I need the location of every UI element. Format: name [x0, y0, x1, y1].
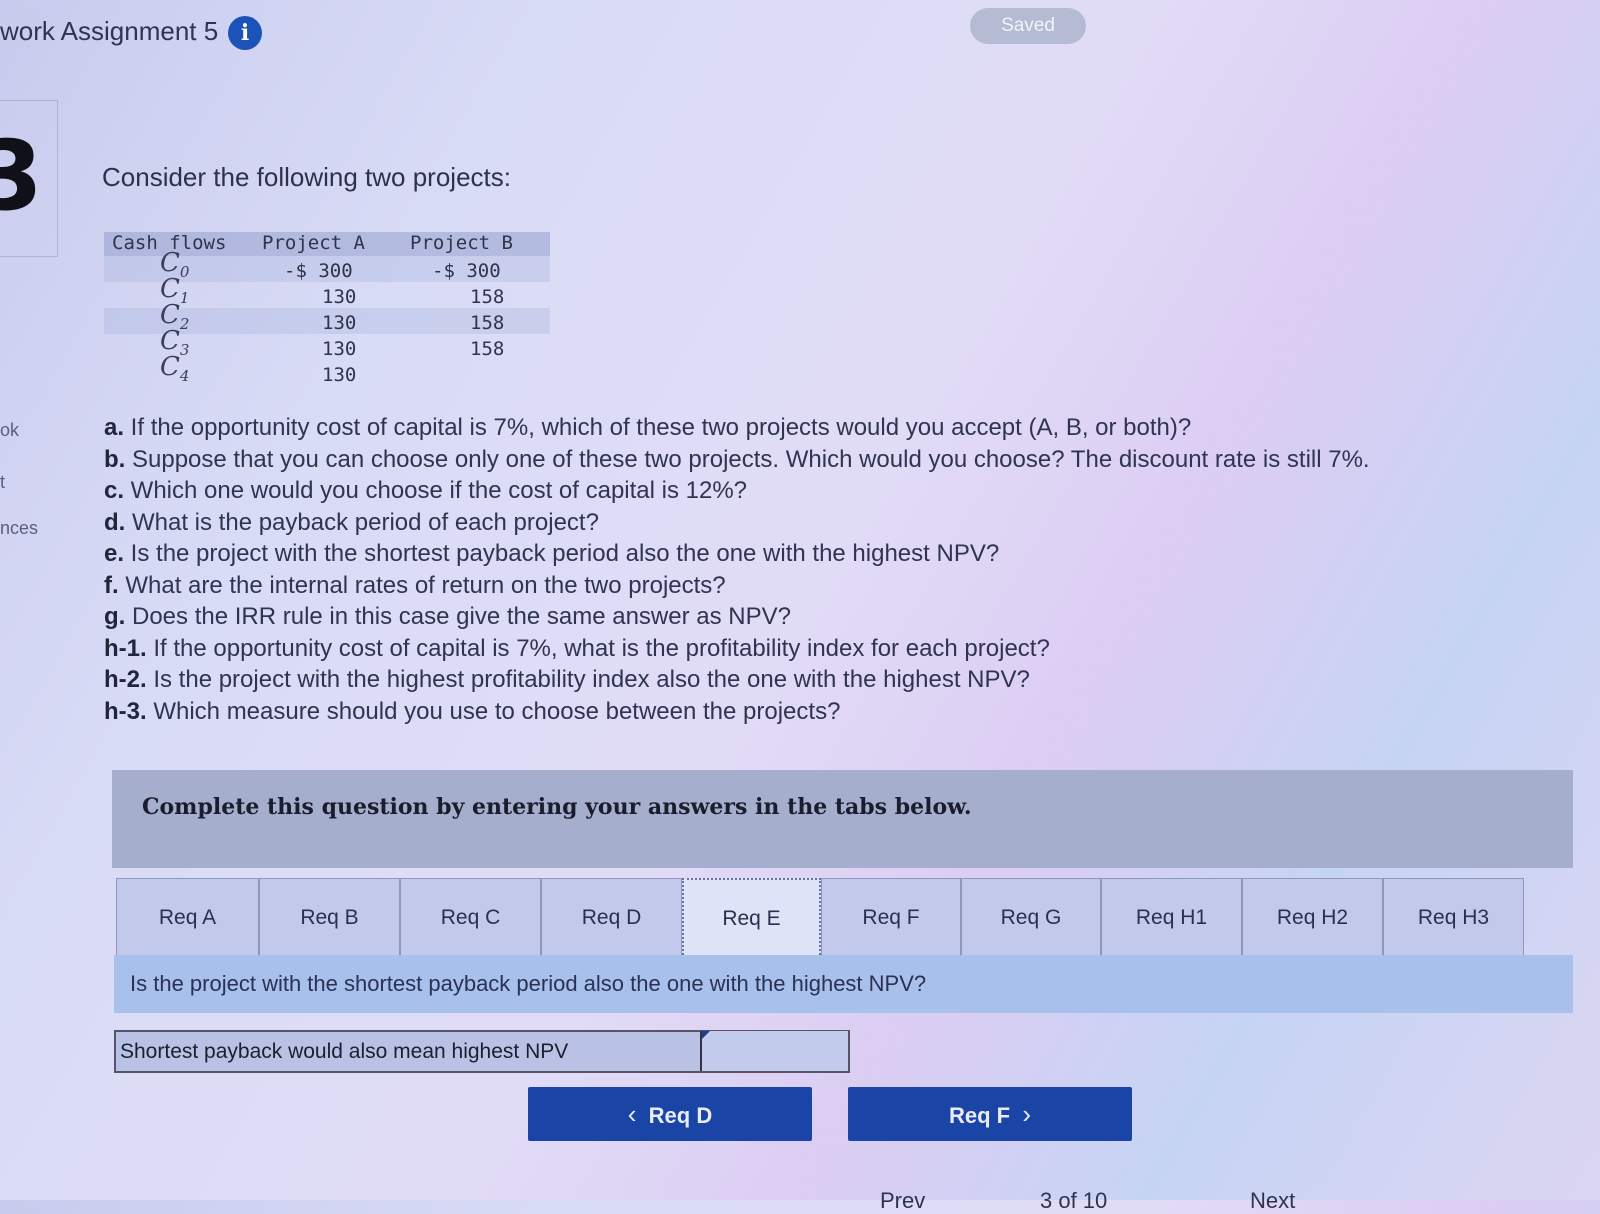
instruction-text: Complete this question by entering your …	[142, 794, 972, 820]
cell-a-c2: 130	[322, 312, 357, 334]
cell-a-c3: 130	[322, 338, 357, 360]
saved-status-badge: Saved	[970, 8, 1086, 44]
answer-row-label: Shortest payback would also mean highest…	[120, 1040, 569, 1063]
table-header-project-b: Project B	[410, 232, 513, 254]
question-a: a. If the opportunity cost of capital is…	[104, 414, 1192, 441]
table-header-project-a: Project A	[262, 232, 365, 254]
tab-req-e[interactable]: Req E	[682, 878, 821, 958]
sidebar-link-print[interactable]: t	[0, 472, 5, 493]
chevron-left-icon: ‹	[627, 1099, 637, 1129]
cell-a-c0: -$ 300	[284, 260, 353, 282]
cell-b-c3: 158	[470, 338, 505, 360]
tab-req-h1[interactable]: Req H1	[1101, 878, 1242, 958]
problem-intro: Consider the following two projects:	[102, 162, 511, 192]
tab-question-text: Is the project with the shortest payback…	[114, 955, 1573, 1013]
question-list: a. If the opportunity cost of capital is…	[104, 412, 1584, 727]
prev-req-label: Req D	[648, 1103, 713, 1128]
question-g: g. Does the IRR rule in this case give t…	[104, 603, 791, 630]
cell-b-c1: 158	[470, 286, 505, 308]
info-icon[interactable]: i	[228, 16, 262, 50]
question-number: 3	[0, 120, 43, 232]
question-f: f. What are the internal rates of return…	[104, 571, 726, 599]
tab-req-c[interactable]: Req C	[400, 878, 541, 958]
tab-req-f[interactable]: Req F	[821, 878, 961, 958]
chevron-right-icon: ›	[1022, 1099, 1032, 1129]
question-h2: h-2. Is the project with the highest pro…	[104, 666, 1030, 693]
question-e: e. Is the project with the shortest payb…	[104, 540, 1000, 567]
tab-req-d[interactable]: Req D	[541, 878, 682, 958]
prev-page-button[interactable]: Prev	[880, 1188, 925, 1214]
tab-req-b[interactable]: Req B	[259, 878, 400, 958]
next-req-button[interactable]: Req F ›	[848, 1087, 1132, 1141]
cell-b-c0: -$ 300	[432, 260, 501, 282]
next-page-button[interactable]: Next	[1250, 1188, 1295, 1214]
cell-b-c2: 158	[470, 312, 505, 334]
answer-dropdown[interactable]	[700, 1031, 848, 1071]
sidebar-link-ebook[interactable]: ok	[0, 420, 19, 441]
assignment-title: work Assignment 5	[0, 16, 219, 46]
question-b: b. Suppose that you can choose only one …	[104, 445, 1370, 473]
cell-a-c1: 130	[322, 286, 357, 308]
cell-a-c4: 130	[322, 364, 357, 386]
tab-req-h2[interactable]: Req H2	[1242, 878, 1383, 958]
question-h3: h-3. Which measure should you use to cho…	[104, 697, 841, 725]
cash-flow-table: Cash flows Project A Project B C0 -$ 300…	[104, 232, 550, 386]
tab-req-a[interactable]: Req A	[116, 878, 259, 958]
question-c: c. Which one would you choose if the cos…	[104, 477, 748, 504]
question-h1: h-1. If the opportunity cost of capital …	[104, 634, 1050, 662]
next-req-label: Req F	[948, 1103, 1011, 1128]
tab-req-g[interactable]: Req G	[961, 878, 1101, 958]
row-label-c4: C4	[160, 352, 190, 386]
sidebar-link-references[interactable]: nces	[0, 518, 38, 539]
prev-req-button[interactable]: ‹ Req D	[528, 1087, 812, 1141]
page-indicator: 3 of 10	[1040, 1188, 1108, 1213]
tab-req-h3[interactable]: Req H3	[1383, 878, 1524, 958]
question-d: d. What is the payback period of each pr…	[104, 508, 599, 536]
